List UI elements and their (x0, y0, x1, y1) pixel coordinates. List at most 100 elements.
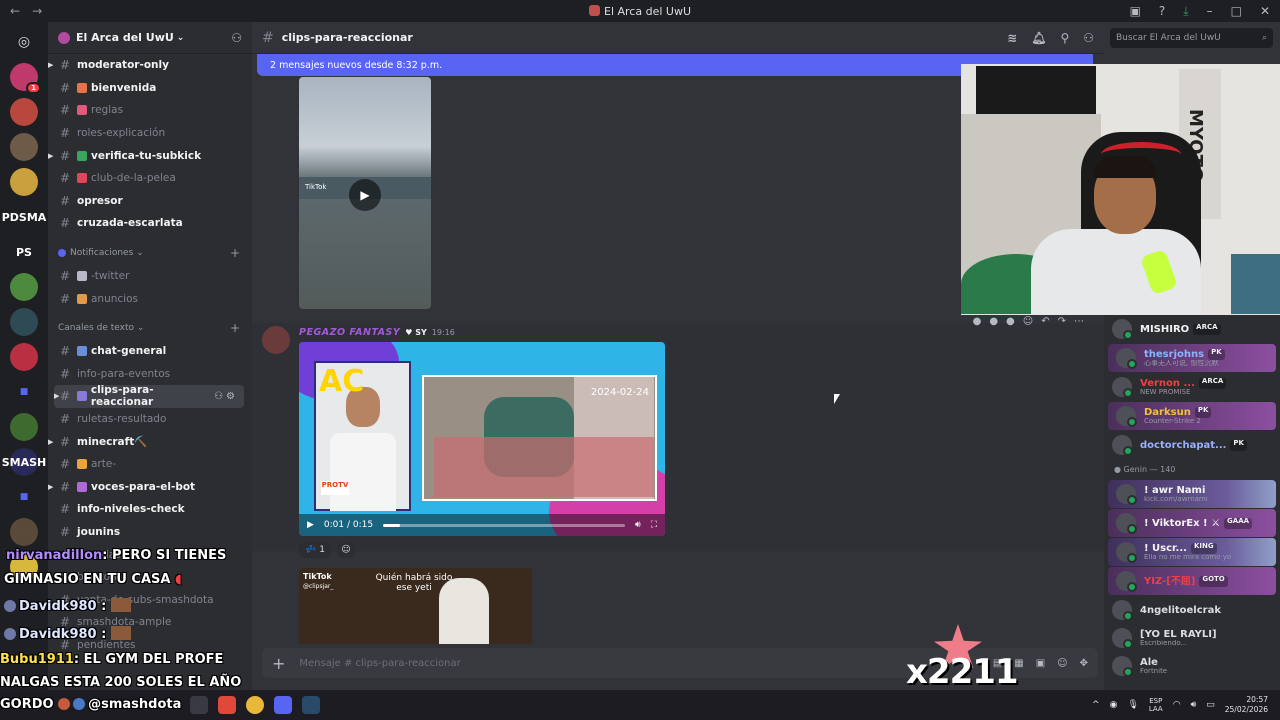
channel-item[interactable]: # info-niveles-check (48, 498, 252, 521)
server-icon-server-3[interactable] (10, 133, 38, 161)
pin-icon[interactable]: ⚲ (1060, 31, 1069, 45)
clock[interactable]: 20:57 25/02/2026 (1225, 695, 1268, 715)
bell-icon[interactable]: 🔔︎ (1031, 31, 1046, 45)
add-reaction-icon[interactable]: ☺ (336, 542, 355, 558)
avatar[interactable] (262, 326, 290, 354)
discord-icon[interactable] (274, 696, 292, 714)
more-icon[interactable]: ⋯ (1074, 316, 1084, 327)
server-icon-server-5[interactable]: PDSMA (2, 203, 46, 231)
channel-settings-icon[interactable]: ⚇⚙ (214, 391, 238, 402)
server-header[interactable]: El Arca del UwU ⌄ ⚇ (48, 22, 252, 54)
reaction-emoji-icon[interactable]: ● (989, 316, 998, 327)
channel-item[interactable]: # opresor (48, 190, 252, 213)
reaction-emoji-icon[interactable]: ● (973, 316, 982, 327)
add-channel-icon[interactable]: + (230, 246, 240, 260)
category-notifications[interactable]: Notificaciones ⌄ + (48, 241, 252, 265)
member-item[interactable]: MISHIRO ARCA (1104, 315, 1280, 343)
video-attachment-1[interactable]: TikTok ▶ (299, 77, 431, 309)
close-icon[interactable]: ✕ (1260, 4, 1270, 19)
channel-item[interactable]: # jounins (48, 521, 252, 544)
fullscreen-icon[interactable]: ⛶ (651, 520, 657, 530)
volume-icon[interactable]: 🔊︎ (635, 520, 641, 530)
tray-app-icon[interactable]: ◉ (1110, 700, 1118, 710)
maximize-icon[interactable]: □ (1231, 4, 1242, 19)
member-item[interactable]: YIZ-[不屈] GOTO (1108, 567, 1276, 595)
member-item[interactable]: Vernon ... ARCA NEW PROMISE (1104, 373, 1280, 401)
channel-item[interactable]: # reglas (48, 99, 252, 122)
chevron-up-icon[interactable]: ^ (1092, 700, 1100, 710)
video-attachment-2[interactable]: AC PROTV 2024-02-24 ▶ 0:01 / 0:15 🔊︎ ⛶ (299, 342, 665, 536)
server-icon-server-4[interactable] (10, 168, 38, 196)
mic-icon[interactable]: 🎙︎ (1127, 700, 1138, 710)
steam-icon[interactable] (302, 696, 320, 714)
channel-item[interactable]: # roles-explicación (48, 122, 252, 145)
channel-item[interactable]: # chat-general (48, 340, 252, 363)
channel-item[interactable]: ▶ # voces-para-el-bot (48, 476, 252, 499)
channel-item[interactable]: ▶ # minecraft⛏️ (48, 430, 252, 453)
server-icon-server-7[interactable] (10, 273, 38, 301)
video-progress-bar[interactable] (383, 523, 626, 527)
reaction-emoji-icon[interactable]: ● (1006, 316, 1015, 327)
server-icon-home[interactable]: ◎ (10, 28, 38, 56)
wifi-icon[interactable]: ◠ (1173, 700, 1181, 710)
brave-icon[interactable] (218, 696, 236, 714)
category-text-channels[interactable]: Canales de texto ⌄ + (48, 316, 252, 340)
volume-icon[interactable]: 🔊︎ (1191, 700, 1197, 710)
channel-item[interactable]: ▶ # clips-para-reaccionar ⚇⚙ (54, 384, 244, 408)
search-input[interactable]: Buscar El Arca del UwU ⌕ (1110, 28, 1273, 48)
apps-icon[interactable]: ✥ (1080, 658, 1088, 669)
channel-item[interactable]: # -twitter (48, 265, 252, 288)
forward-arrow-icon[interactable]: → (32, 4, 42, 18)
reply-icon[interactable]: ↶ (1041, 316, 1049, 327)
forward-icon[interactable]: ↷ (1058, 316, 1066, 327)
member-item[interactable]: ! ViktorEx ! ⚔ GAAA (1108, 509, 1276, 537)
channel-item[interactable]: # anuncios (48, 287, 252, 310)
member-item[interactable]: thesrjohns PK 心事无人可说, 惯性沉默 (1108, 344, 1276, 372)
server-icon-server-9[interactable] (10, 343, 38, 371)
member-item[interactable]: Darksun PK Counter-Strike 2 (1108, 402, 1276, 430)
member-item[interactable]: [YO EL RAYLI] Escribiendo... (1104, 624, 1280, 652)
server-icon-server-11[interactable]: SMASH (2, 448, 46, 476)
member-item[interactable]: Ale Fortnite (1104, 652, 1280, 680)
member-item[interactable]: 4ngelitoelcrak (1104, 596, 1280, 624)
guild-tag[interactable]: ♥ SY (405, 328, 427, 337)
video-attachment-3[interactable]: TikTok @clipsjar_ Quién habrá sido ese ye… (299, 568, 532, 644)
back-arrow-icon[interactable]: ← (10, 4, 20, 18)
reaction-pill[interactable]: 💤 1 (299, 542, 331, 558)
server-icon-server-12[interactable] (10, 518, 38, 546)
channel-item[interactable]: ▶ # moderator-only (48, 54, 252, 77)
minimize-icon[interactable]: – (1207, 4, 1213, 19)
channel-item[interactable]: # club-de-la-pelea (48, 167, 252, 190)
chrome-icon[interactable] (246, 696, 264, 714)
taskbar-app-icon[interactable] (190, 696, 208, 714)
help-icon[interactable]: ? (1159, 4, 1165, 19)
server-icon-server-2[interactable] (10, 98, 38, 126)
play-icon[interactable]: ▶ (307, 520, 314, 530)
channel-item[interactable]: # cruzada-escarlata (48, 212, 252, 235)
member-item[interactable]: doctorchapat... PK (1104, 431, 1280, 459)
emoji-icon[interactable]: ☺ (1057, 658, 1067, 669)
channel-item[interactable]: # bienvenida (48, 77, 252, 100)
channel-item[interactable]: # ruletas-resultado (48, 408, 252, 431)
language-indicator[interactable]: ESP LAA (1149, 697, 1163, 714)
server-icon-server-6[interactable]: PS (10, 238, 38, 266)
add-channel-icon[interactable]: + (230, 321, 240, 335)
author-name[interactable]: PEGAZO FANTASY (299, 327, 400, 338)
add-member-icon[interactable]: ⚇ (231, 31, 242, 45)
channel-item[interactable]: ▶ # verifica-tu-subkick (48, 144, 252, 167)
member-item[interactable]: ! awr Nami kick.com/awrnami (1108, 480, 1276, 508)
channel-item[interactable]: # arte- (48, 453, 252, 476)
server-icon-folder-2[interactable]: ■ (10, 483, 38, 511)
server-icon-server-1[interactable]: 1 (10, 63, 41, 94)
download-icon[interactable]: ⤓ (1183, 4, 1188, 19)
server-icon-server-8[interactable] (10, 308, 38, 336)
battery-icon[interactable]: ▭ (1206, 700, 1215, 710)
server-icon-folder-1[interactable]: ■ (10, 378, 38, 406)
threads-icon[interactable]: ≋ (1007, 31, 1017, 45)
members-icon[interactable]: ⚇ (1083, 31, 1094, 45)
sticker-icon[interactable]: ▣ (1036, 658, 1045, 669)
member-item[interactable]: ! Uscr... KING Ella no me mira como yo (1108, 538, 1276, 566)
channel-item[interactable]: # info-para-eventos (48, 363, 252, 386)
inbox-icon[interactable]: ▣ (1130, 4, 1141, 19)
server-icon-server-10[interactable] (10, 413, 38, 441)
